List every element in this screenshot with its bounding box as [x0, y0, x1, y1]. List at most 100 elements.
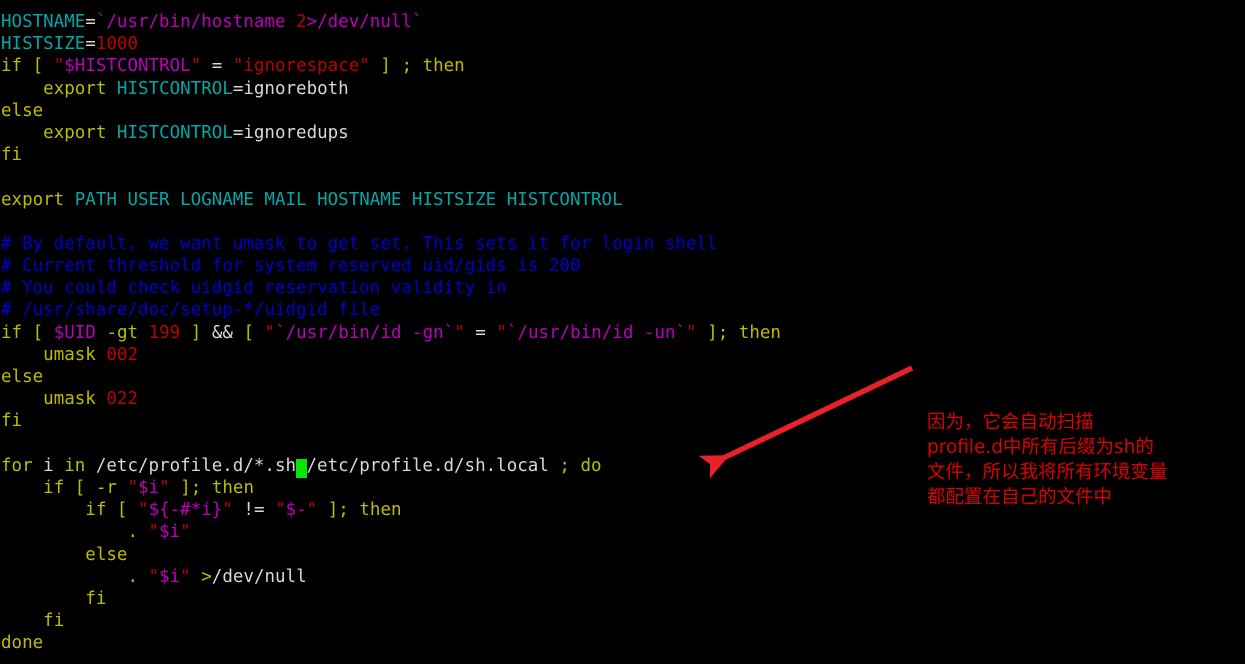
code-line[interactable]: if [ "$HISTCONTROL" = "ignorespace" ] ; …	[0, 55, 1245, 77]
code-token: !=	[232, 500, 276, 521]
code-token: /etc/profile.d/sh.local	[306, 455, 560, 476]
code-token: "	[686, 322, 697, 343]
code-line[interactable]: export PATH USER LOGNAME MAIL HOSTNAME H…	[0, 189, 1245, 211]
code-line[interactable]: if [ $UID -gt 199 ] && [ "`/usr/bin/id -…	[0, 322, 1245, 344]
code-line[interactable]: umask 022	[0, 388, 1245, 410]
code-token: 002	[106, 344, 138, 365]
code-line[interactable]: export HISTCONTROL=ignoredups	[0, 122, 1245, 144]
code-line[interactable]: umask 002	[0, 344, 1245, 366]
code-token: "	[53, 56, 65, 77]
code-token: [	[32, 322, 44, 343]
code-token: ;	[338, 500, 349, 521]
code-token: $i	[138, 477, 160, 498]
code-line[interactable]: . "$i" >/dev/null	[0, 566, 1245, 588]
code-token: "	[148, 566, 160, 587]
code-token: ]	[180, 477, 191, 498]
code-line[interactable]: fi	[0, 588, 1245, 610]
code-line[interactable]: # Current threshold for system reserved …	[0, 255, 1245, 277]
code-line[interactable]	[0, 433, 1245, 455]
code-token: i	[32, 455, 65, 476]
code-token: `/usr/bin/hostname	[95, 12, 297, 32]
code-line[interactable]: else	[0, 100, 1245, 122]
code-token: else	[1, 100, 44, 121]
code-line[interactable]: HOSTNAME=`/usr/bin/hostname 2>/dev/null`	[0, 11, 1245, 33]
code-token: >	[201, 566, 212, 587]
code-token: 199	[148, 322, 181, 343]
code-token: if	[1, 322, 23, 343]
code-token: =ignoredups	[232, 122, 349, 143]
code-token: =	[464, 322, 497, 343]
code-token: "	[454, 322, 465, 343]
code-token: [	[116, 500, 128, 521]
code-token: HOSTNAME	[1, 12, 86, 32]
code-token: fi	[43, 611, 65, 632]
code-line[interactable]: fi	[0, 610, 1245, 632]
code-line[interactable]: if [ -r "$i" ]; then	[0, 477, 1245, 499]
code-line[interactable]: else	[0, 544, 1245, 566]
code-token: if	[85, 500, 107, 521]
code-token: ]	[380, 56, 391, 77]
code-token: export	[1, 189, 65, 210]
code-line[interactable]	[0, 211, 1245, 233]
code-token: # You could check uidgid reservation val…	[1, 278, 507, 299]
code-token: =	[85, 12, 96, 32]
code-line[interactable]: # You could check uidgid reservation val…	[0, 277, 1245, 299]
code-line[interactable]: # /usr/share/doc/setup-*/uidgid file	[0, 299, 1245, 321]
code-token: =	[201, 56, 233, 77]
code-token: 2	[296, 12, 307, 32]
code-token: "	[496, 322, 507, 343]
code-token: [	[32, 56, 44, 77]
code-line[interactable]: fi	[0, 410, 1245, 432]
code-line[interactable]: fi	[0, 144, 1245, 166]
code-token: "	[180, 522, 191, 543]
code-token: then	[738, 322, 781, 343]
code-line[interactable]	[0, 166, 1245, 188]
code-token: $i	[159, 566, 181, 587]
code-token: "	[148, 522, 160, 543]
code-token: then	[422, 56, 465, 77]
code-token: [	[74, 477, 86, 498]
code-line[interactable]: done	[0, 632, 1245, 654]
code-token: "	[275, 500, 286, 521]
code-line[interactable]: else	[0, 366, 1245, 388]
code-token: /dev/null	[211, 566, 307, 587]
code-token: then	[359, 500, 402, 521]
code-token: fi	[1, 411, 23, 432]
code-line[interactable]: HISTSIZE=1000	[0, 33, 1245, 55]
code-token: `/usr/bin/id -un`	[506, 322, 687, 343]
code-token: $i	[159, 522, 181, 543]
code-text-area[interactable]: HOSTNAME=`/usr/bin/hostname 2>/dev/null`…	[0, 11, 1245, 654]
code-token: if	[1, 56, 23, 77]
code-line[interactable]: . "$i"	[0, 521, 1245, 543]
code-token: ]	[327, 500, 339, 521]
code-token: -r	[95, 477, 117, 498]
code-line[interactable]: export HISTCONTROL=ignoreboth	[0, 78, 1245, 100]
code-line[interactable]: # By default, we want umask to get set. …	[0, 233, 1245, 255]
code-token: "	[190, 56, 202, 77]
code-line[interactable]: for i in /etc/profile.d/*.sh /etc/profil…	[0, 455, 1245, 478]
terminal-editor-window[interactable]: HOSTNAME=`/usr/bin/hostname 2>/dev/null`…	[0, 0, 1245, 664]
code-token: &&	[211, 322, 233, 343]
code-line[interactable]: if [ "${-#*i}" != "$-" ]; then	[0, 499, 1245, 521]
